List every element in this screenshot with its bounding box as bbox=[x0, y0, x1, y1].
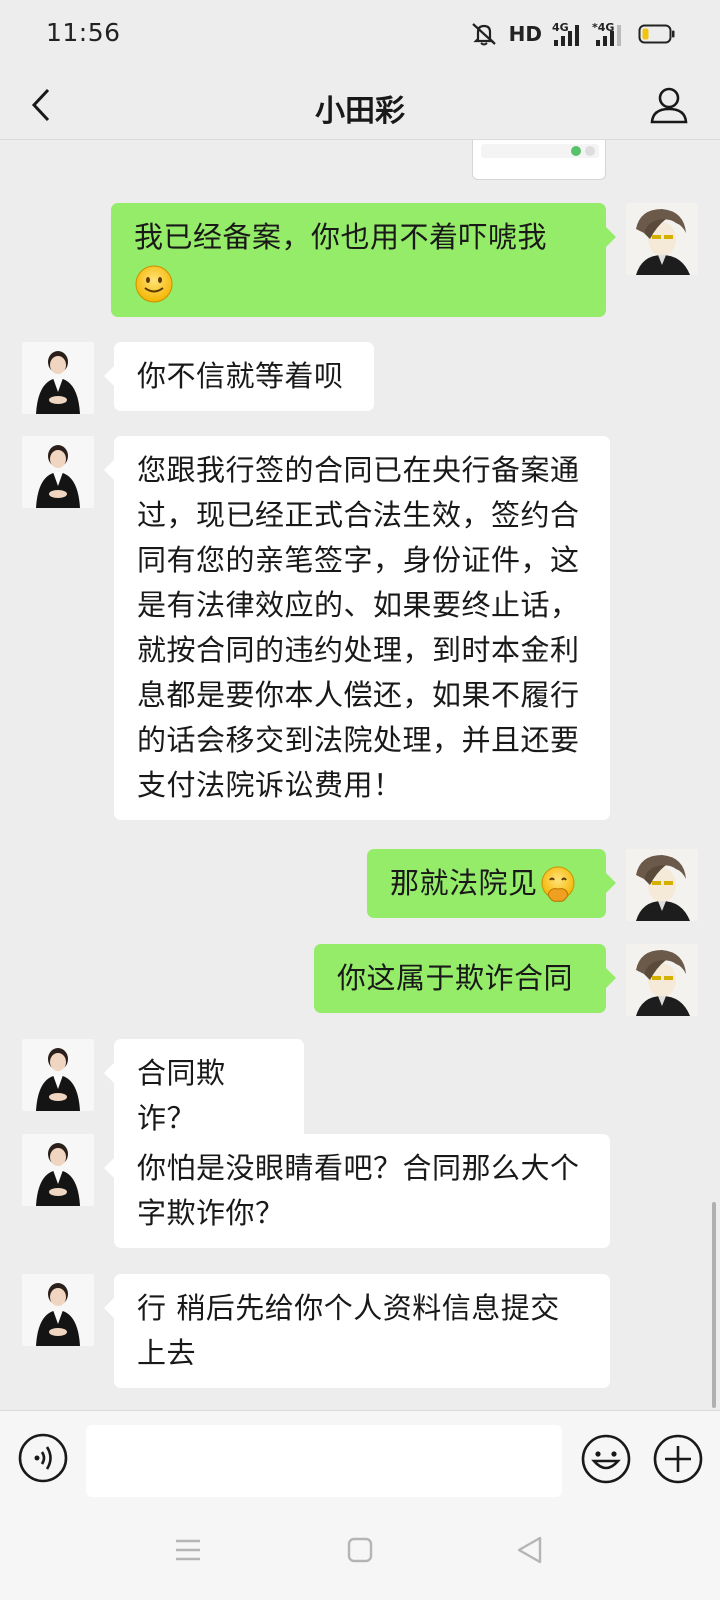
self-avatar-icon bbox=[626, 944, 698, 1016]
scrollbar[interactable] bbox=[712, 1202, 716, 1408]
contact-avatar-icon bbox=[22, 436, 94, 508]
menu-button[interactable] bbox=[166, 1528, 210, 1572]
avatar-contact[interactable] bbox=[22, 436, 94, 508]
message-text: 合同欺诈？ bbox=[137, 1056, 226, 1135]
message-bubble-incoming[interactable]: 您跟我行签的合同已在央行备案通过，现已经正式合法生效，签约合同有您的亲笔签字，身… bbox=[104, 436, 610, 820]
message-bubble-incoming[interactable]: 行 稍后先给你个人资料信息提交上去 bbox=[104, 1274, 610, 1388]
self-avatar-icon bbox=[626, 203, 698, 275]
mute-bell-icon bbox=[471, 23, 496, 46]
message-text: 你怕是没眼睛看吧？合同那么大个字欺诈你？ bbox=[137, 1151, 580, 1230]
voice-button[interactable] bbox=[18, 1433, 68, 1483]
message-bubble-incoming[interactable]: 你怕是没眼睛看吧？合同那么大个字欺诈你？ bbox=[104, 1134, 610, 1248]
message-text: 行 稍后先给你个人资料信息提交上去 bbox=[137, 1291, 560, 1370]
message-text: 您跟我行签的合同已在央行备案通过，现已经正式合法生效，签约合同有您的亲笔签字，身… bbox=[137, 453, 580, 802]
emoji-icon bbox=[581, 1434, 631, 1484]
status-icons: HD 4G *4G bbox=[469, 16, 676, 52]
more-button[interactable] bbox=[652, 1433, 704, 1485]
status-bar: 11:56 HD 4G *4G bbox=[0, 0, 720, 70]
avatar-contact[interactable] bbox=[22, 1134, 94, 1206]
message-bubble-incoming[interactable]: 你不信就等着呗 bbox=[104, 342, 374, 411]
avatar-self[interactable] bbox=[626, 849, 698, 921]
avatar-contact[interactable] bbox=[22, 1039, 94, 1111]
svg-text:4G: 4G bbox=[552, 21, 569, 34]
signal-4g-icon: 4G bbox=[552, 21, 579, 46]
avatar-contact[interactable] bbox=[22, 1274, 94, 1346]
signal-4g-icon-2: *4G bbox=[592, 21, 621, 46]
avatar-self[interactable] bbox=[626, 203, 698, 275]
menu-icon bbox=[176, 1539, 200, 1561]
emoji-button[interactable] bbox=[580, 1433, 632, 1485]
smiling-face-emoji bbox=[135, 265, 173, 303]
message-text: 我已经备案，你也用不着吓唬我 bbox=[134, 220, 548, 254]
message-text: 那就法院见 bbox=[390, 866, 538, 900]
contact-avatar-icon bbox=[22, 342, 94, 414]
message-text: 你这属于欺诈合同 bbox=[337, 961, 574, 995]
message-bubble-outgoing[interactable]: 那就法院见 bbox=[367, 849, 616, 918]
contact-avatar-icon bbox=[22, 1274, 94, 1346]
nav-back-button[interactable] bbox=[508, 1528, 552, 1572]
status-time: 11:56 bbox=[46, 18, 121, 47]
voice-icon bbox=[18, 1433, 68, 1483]
avatar-contact[interactable] bbox=[22, 342, 94, 414]
chat-title: 小田彩 bbox=[315, 94, 405, 129]
home-icon bbox=[347, 1537, 373, 1563]
hd-label: HD bbox=[508, 22, 542, 46]
battery-icon bbox=[638, 24, 675, 44]
home-button[interactable] bbox=[338, 1528, 382, 1572]
message-input[interactable] bbox=[86, 1425, 562, 1497]
contact-avatar-icon bbox=[22, 1134, 94, 1206]
triangle-back-icon bbox=[517, 1536, 542, 1564]
message-bubble-outgoing[interactable]: 你这属于欺诈合同 bbox=[314, 944, 616, 1013]
message-bubble-outgoing[interactable]: 我已经备案，你也用不着吓唬我 bbox=[111, 203, 616, 317]
message-text: 你不信就等着呗 bbox=[137, 359, 344, 393]
plus-icon bbox=[653, 1434, 703, 1484]
self-avatar-icon bbox=[626, 849, 698, 921]
chat-header: 小田彩 bbox=[0, 70, 720, 140]
hand-over-mouth-emoji bbox=[541, 866, 575, 902]
person-icon bbox=[650, 87, 688, 124]
avatar-self[interactable] bbox=[626, 944, 698, 1016]
system-nav-bar bbox=[0, 1500, 720, 1600]
input-bar bbox=[0, 1410, 720, 1500]
profile-button[interactable] bbox=[644, 80, 694, 130]
contact-avatar-icon bbox=[22, 1039, 94, 1111]
